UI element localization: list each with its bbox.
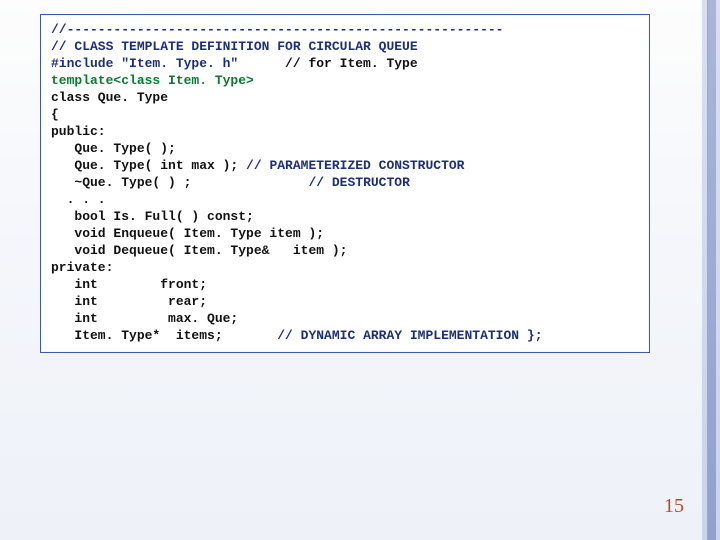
side-accent	[702, 0, 720, 540]
code-line-10a: ~Que. Type( ) ;	[51, 175, 191, 190]
side-accent-inner	[707, 0, 716, 540]
code-line-12: bool Is. Full( ) const;	[51, 209, 254, 224]
code-line-6: {	[51, 107, 59, 122]
code-line-9a: Que. Type( int max );	[51, 158, 238, 173]
code-line-18: int max. Que;	[51, 311, 238, 326]
code-line-16: int front;	[51, 277, 207, 292]
code-line-11: . . .	[51, 192, 106, 207]
code-line-19b: // DYNAMIC ARRAY IMPLEMENTATION };	[223, 328, 543, 343]
code-line-14: void Dequeue( Item. Type& item );	[51, 243, 347, 258]
code-box: //--------------------------------------…	[40, 14, 650, 353]
code-line-15: private:	[51, 260, 113, 275]
code-line-1: //--------------------------------------…	[51, 22, 503, 37]
code-line-2: // CLASS TEMPLATE DEFINITION FOR CIRCULA…	[51, 39, 418, 54]
slide: //--------------------------------------…	[0, 0, 720, 540]
code-line-3a: #include "Item. Type. h"	[51, 56, 238, 71]
code-line-4: template<class Item. Type>	[51, 73, 254, 88]
code-line-8: Que. Type( );	[51, 141, 176, 156]
code-line-13: void Enqueue( Item. Type item );	[51, 226, 324, 241]
code-line-9b: // PARAMETERIZED CONSTRUCTOR	[238, 158, 464, 173]
code-line-5: class Que. Type	[51, 90, 168, 105]
code-line-10b: // DESTRUCTOR	[191, 175, 409, 190]
code-line-19a: Item. Type* items;	[51, 328, 223, 343]
code-line-3b: // for Item. Type	[238, 56, 417, 71]
code-line-17: int rear;	[51, 294, 207, 309]
code-line-7: public:	[51, 124, 106, 139]
page-number: 15	[664, 495, 684, 518]
code-content: //--------------------------------------…	[51, 21, 639, 344]
